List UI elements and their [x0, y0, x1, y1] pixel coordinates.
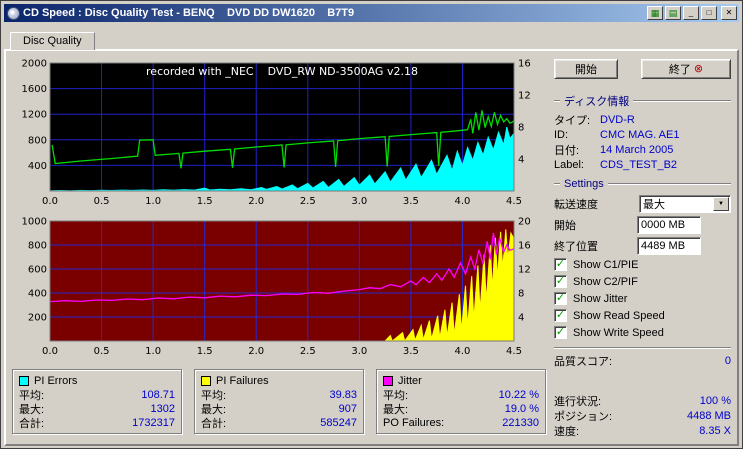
legend-title-text: PI Errors	[34, 374, 78, 387]
exit-button[interactable]: 終了 ⊗	[641, 59, 731, 79]
svg-text:12: 12	[518, 91, 531, 102]
legend-pi-errors: PI Errors 平均: 108.71 最大: 1302 合計: 1732317	[12, 369, 182, 434]
svg-text:8: 8	[518, 289, 524, 300]
tab-disc-quality[interactable]: Disc Quality	[10, 32, 95, 50]
chevron-down-icon[interactable]: ▼	[713, 196, 729, 211]
checkbox-show-c2-pif[interactable]: ✓ Show C2/PIF	[554, 274, 731, 289]
start-position-row: 開始 0000 MB	[554, 214, 731, 235]
svg-text:4.0: 4.0	[454, 196, 470, 207]
svg-text:3.0: 3.0	[351, 346, 367, 357]
start-position-input[interactable]: 0000 MB	[637, 215, 701, 234]
svg-text:800: 800	[28, 135, 47, 146]
pi-errors-swatch	[19, 375, 29, 386]
end-position-row: 終了位置 4489 MB	[554, 235, 731, 256]
speed-value-row: 速度: 8.35 X	[554, 424, 731, 438]
svg-text:16: 16	[518, 59, 531, 70]
svg-text:1600: 1600	[22, 84, 47, 95]
checkbox-icon[interactable]: ✓	[554, 309, 567, 322]
svg-text:1.5: 1.5	[197, 196, 213, 207]
end-position-input[interactable]: 4489 MB	[637, 236, 701, 255]
jitter-swatch	[383, 375, 393, 386]
svg-text:400: 400	[28, 289, 47, 300]
legend-pi-failures: PI Failures 平均: 39.83 最大: 907 合計: 585247	[194, 369, 364, 434]
svg-text:2.5: 2.5	[300, 346, 316, 357]
right-panel: 開始 終了 ⊗ ディスク情報 タイプ: DVD-R ID: CMC MAG. AE1 …	[554, 57, 731, 438]
exit-icon: ⊗	[693, 62, 704, 75]
checkbox-icon[interactable]: ✓	[554, 292, 567, 305]
disc-id-row: ID: CMC MAG. AE1	[554, 128, 680, 141]
svg-text:12: 12	[518, 265, 531, 276]
svg-text:4.5: 4.5	[506, 346, 522, 357]
minimize-button[interactable]: _	[683, 6, 699, 20]
app-icon	[7, 6, 20, 20]
titlebar-extra-icon-2[interactable]: ▤	[665, 6, 681, 20]
svg-text:0.5: 0.5	[94, 196, 110, 207]
title-bar[interactable]: CD Speed : Disc Quality Test - BENQ DVD …	[4, 4, 739, 22]
svg-text:0.5: 0.5	[94, 346, 110, 357]
checkbox-icon[interactable]: ✓	[554, 258, 567, 271]
disc-date-row: 日付: 14 March 2005	[554, 143, 674, 157]
app-window: CD Speed : Disc Quality Test - BENQ DVD …	[0, 0, 743, 449]
checkbox-show-jitter[interactable]: ✓ Show Jitter	[554, 291, 731, 306]
svg-text:3.0: 3.0	[351, 196, 367, 207]
pie-read-speed-chart: 400 800 1200 1600 2000 4 8 12 16 0.0 0.5 1.0 1.5 2.0 2…	[22, 59, 531, 208]
pi-failures-swatch	[201, 375, 211, 386]
svg-text:1200: 1200	[22, 110, 47, 121]
legend-title-text: PI Failures	[216, 374, 269, 387]
separator	[554, 347, 731, 349]
position-row: ポジション: 4488 MB	[554, 409, 731, 423]
svg-text:16: 16	[518, 241, 531, 252]
legend: PI Errors 平均: 108.71 最大: 1302 合計: 1732317 P…	[12, 369, 546, 434]
settings-header: Settings	[554, 178, 731, 190]
svg-text:20: 20	[518, 217, 531, 228]
legend-jitter: Jitter 平均: 10.22 % 最大: 19.0 % PO Failures:…	[376, 369, 546, 434]
svg-text:1000: 1000	[22, 217, 47, 228]
progress-row: 進行状況: 100 %	[554, 394, 731, 408]
svg-text:recorded with _NEC DVD_RW N: recorded with _NEC DVD_RW ND-3500AG v2.1…	[146, 65, 418, 78]
checkbox-icon[interactable]: ✓	[554, 275, 567, 288]
tab-strip: Disc Quality	[10, 31, 739, 50]
svg-text:4: 4	[518, 313, 524, 324]
svg-text:4.5: 4.5	[506, 196, 522, 207]
charts-column: 400 800 1200 1600 2000 4 8 12 16 0.0 0.5 1.0 1.5 2.0 2…	[12, 57, 546, 438]
svg-text:1.0: 1.0	[145, 196, 161, 207]
speed-select[interactable]: 最大 ▼	[639, 194, 731, 213]
disc-label-row: Label: CDS_TEST_B2	[554, 158, 678, 171]
svg-text:3.5: 3.5	[403, 196, 419, 207]
checkbox-show-write-speed[interactable]: ✓ Show Write Speed	[554, 325, 731, 340]
quality-score-row: 品質スコア: 0	[554, 355, 731, 368]
start-button[interactable]: 開始	[554, 59, 618, 79]
svg-text:800: 800	[28, 241, 47, 252]
svg-text:4: 4	[518, 155, 524, 166]
svg-text:2.0: 2.0	[248, 346, 264, 357]
checkbox-icon[interactable]: ✓	[554, 326, 567, 339]
disc-info-header: ディスク情報	[554, 93, 731, 109]
pif-jitter-chart: 200 400 600 800 1000 4 8 12 16 20 0.0 0.5 1.0 1.5 2.0 2…	[22, 217, 531, 357]
checkbox-show-read-speed[interactable]: ✓ Show Read Speed	[554, 308, 731, 323]
svg-text:3.5: 3.5	[403, 346, 419, 357]
legend-title-text: Jitter	[398, 374, 422, 387]
svg-text:4.0: 4.0	[454, 346, 470, 357]
window-title: CD Speed : Disc Quality Test - BENQ DVD …	[23, 7, 355, 19]
close-button[interactable]: ✕	[721, 6, 737, 20]
svg-text:1.0: 1.0	[145, 346, 161, 357]
svg-text:600: 600	[28, 265, 47, 276]
svg-text:2000: 2000	[22, 59, 47, 70]
svg-text:400: 400	[28, 161, 47, 172]
checkbox-show-c1-pie[interactable]: ✓ Show C1/PIE	[554, 257, 731, 272]
disc-type-row: タイプ: DVD-R	[554, 113, 635, 127]
speed-row: 転送速度 最大 ▼	[554, 193, 731, 214]
svg-text:200: 200	[28, 313, 47, 324]
disc-quality-page: 400 800 1200 1600 2000 4 8 12 16 0.0 0.5 1.0 1.5 2.0 2…	[4, 49, 739, 446]
svg-text:0.0: 0.0	[42, 196, 58, 207]
titlebar-extra-icon-1[interactable]: ▦	[647, 6, 663, 20]
maximize-button[interactable]: □	[701, 6, 717, 20]
svg-text:1.5: 1.5	[197, 346, 213, 357]
svg-text:0.0: 0.0	[42, 346, 58, 357]
status-block: 進行状況: 100 % ポジション: 4488 MB 速度: 8.35 X	[554, 393, 731, 438]
svg-text:8: 8	[518, 123, 524, 134]
svg-text:2.5: 2.5	[300, 196, 316, 207]
svg-text:2.0: 2.0	[248, 196, 264, 207]
